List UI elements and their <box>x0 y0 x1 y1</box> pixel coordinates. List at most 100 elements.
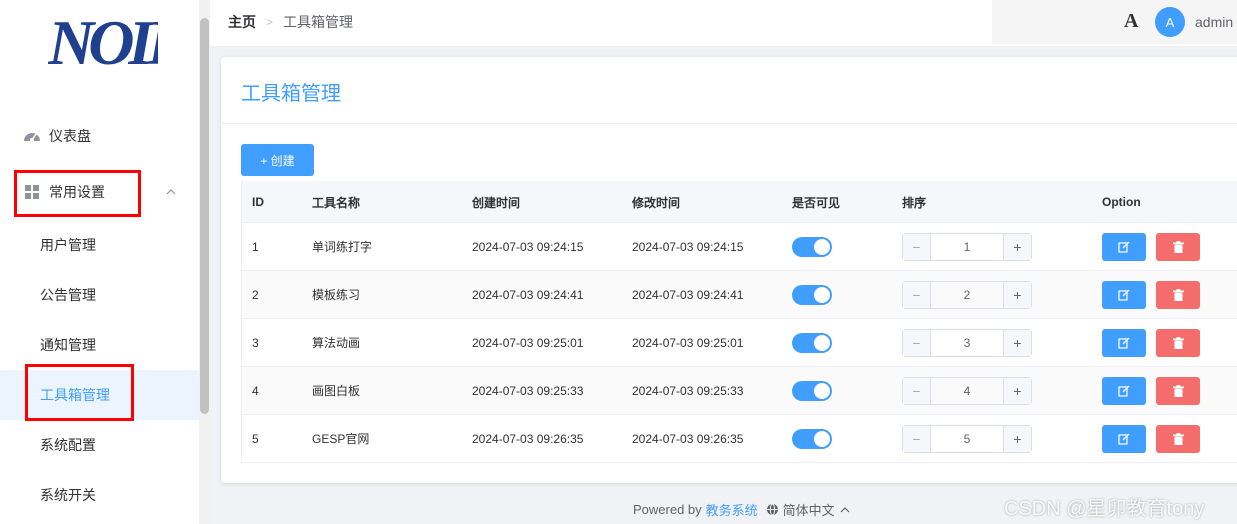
create-button-label: + 创建 <box>260 153 295 168</box>
cell-created: 2024-07-03 09:25:33 <box>472 383 584 398</box>
header-modified: 修改时间 <box>632 195 681 210</box>
plus-icon[interactable]: + <box>1003 329 1031 356</box>
noip-logo: NOIP <box>48 7 158 70</box>
switch-knob <box>814 382 830 399</box>
page-title: 工具箱管理 <box>241 83 341 105</box>
logo-text: NOIP <box>48 7 158 70</box>
minus-icon[interactable]: − <box>903 329 931 356</box>
delete-button[interactable] <box>1156 376 1200 405</box>
cell-modified: 2024-07-03 09:26:35 <box>632 431 744 446</box>
cell-sort: − 4 + <box>902 367 1032 414</box>
avatar[interactable]: A <box>1155 7 1185 37</box>
cell-visible <box>792 367 832 414</box>
footer: Powered by 教务系统 简体中文 <box>633 500 851 519</box>
visibility-switch[interactable] <box>792 332 832 353</box>
edit-button[interactable] <box>1102 232 1146 261</box>
header-option: Option <box>1102 195 1141 209</box>
sort-stepper[interactable]: − 1 + <box>902 232 1032 261</box>
table-header: ID 工具名称 创建时间 修改时间 是否可见 排序 Option <box>242 181 1237 223</box>
visibility-switch[interactable] <box>792 284 832 305</box>
globe-icon <box>766 503 778 516</box>
cell-sort: − 1 + <box>902 223 1032 270</box>
chevron-up-icon[interactable] <box>839 504 851 516</box>
visibility-switch[interactable] <box>792 380 832 401</box>
sidebar-item-system-switch[interactable]: 系统开关 <box>0 470 199 520</box>
sidebar-item-announcements[interactable]: 公告管理 <box>0 270 199 320</box>
table-row: 5 GESP官网 2024-07-03 09:26:35 2024-07-03 … <box>242 415 1237 463</box>
table-row: 4 画图白板 2024-07-03 09:25:33 2024-07-03 09… <box>242 367 1237 415</box>
sort-stepper[interactable]: − 5 + <box>902 424 1032 453</box>
delete-button[interactable] <box>1156 232 1200 261</box>
cell-name: GESP官网 <box>312 432 370 446</box>
sidebar-item-system-config[interactable]: 系统配置 <box>0 420 199 470</box>
visibility-switch[interactable] <box>792 428 832 449</box>
cell-name: 模板练习 <box>312 288 361 302</box>
plus-icon[interactable]: + <box>1003 377 1031 404</box>
edit-button[interactable] <box>1102 376 1146 405</box>
delete-button[interactable] <box>1156 280 1200 309</box>
sidebar-item-dashboard[interactable]: 仪表盘 <box>0 111 199 161</box>
trash-icon <box>1172 336 1184 349</box>
sort-value[interactable]: 5 <box>931 426 1003 452</box>
delete-button[interactable] <box>1156 424 1200 453</box>
edit-button[interactable] <box>1102 424 1146 453</box>
sort-stepper[interactable]: − 2 + <box>902 280 1032 309</box>
cell-option <box>1102 367 1200 414</box>
breadcrumb-separator-icon: > <box>266 15 274 29</box>
create-button[interactable]: + 创建 <box>241 144 314 176</box>
font-size-icon[interactable]: A <box>1124 10 1138 33</box>
sidebar-item-notifications[interactable]: 通知管理 <box>0 320 199 370</box>
plus-icon[interactable]: + <box>1003 425 1031 452</box>
header-visible: 是否可见 <box>792 195 841 210</box>
edit-icon <box>1118 241 1130 253</box>
delete-button[interactable] <box>1156 328 1200 357</box>
cell-option <box>1102 319 1200 366</box>
sort-value[interactable]: 2 <box>931 282 1003 308</box>
sidebar-item-label: 系统配置 <box>40 437 96 453</box>
sort-value[interactable]: 4 <box>931 378 1003 404</box>
toolbox-table: ID 工具名称 创建时间 修改时间 是否可见 排序 Option 1 单词练打字… <box>241 181 1237 463</box>
toolbox-card: 工具箱管理 + 创建 ID 工具名称 创建时间 修改时间 是否可见 排序 Opt… <box>221 57 1237 483</box>
minus-icon[interactable]: − <box>903 377 931 404</box>
footer-system-link[interactable]: 教务系统 <box>706 500 758 519</box>
minus-icon[interactable]: − <box>903 281 931 308</box>
trash-icon <box>1172 240 1184 253</box>
chevron-up-icon <box>166 189 176 195</box>
minus-icon[interactable]: − <box>903 233 931 260</box>
cell-created: 2024-07-03 09:26:35 <box>472 431 584 446</box>
edit-icon <box>1118 337 1130 349</box>
dashboard-icon <box>23 127 41 145</box>
header-id: ID <box>252 195 264 209</box>
cell-id: 2 <box>252 287 259 302</box>
username[interactable]: admin <box>1195 14 1233 30</box>
sidebar-item-label: 仪表盘 <box>49 128 91 144</box>
highlight-box-common-settings <box>14 170 141 217</box>
cell-created: 2024-07-03 09:24:41 <box>472 287 584 302</box>
sort-stepper[interactable]: − 4 + <box>902 376 1032 405</box>
breadcrumb-home[interactable]: 主页 <box>228 12 256 32</box>
cell-modified: 2024-07-03 09:25:33 <box>632 383 744 398</box>
cell-id: 3 <box>252 335 259 350</box>
edit-button[interactable] <box>1102 328 1146 357</box>
plus-icon[interactable]: + <box>1003 233 1031 260</box>
cell-visible <box>792 271 832 318</box>
cell-id: 1 <box>252 239 259 254</box>
plus-icon[interactable]: + <box>1003 281 1031 308</box>
cell-option <box>1102 415 1200 462</box>
cell-option <box>1102 223 1200 270</box>
sidebar-item-users[interactable]: 用户管理 <box>0 220 199 270</box>
watermark: CSDN @星卯教育tony <box>1004 498 1205 520</box>
table-row: 1 单词练打字 2024-07-03 09:24:15 2024-07-03 0… <box>242 223 1237 271</box>
sidebar-item-label: 系统开关 <box>40 487 96 503</box>
language-selector[interactable]: 简体中文 <box>783 500 835 519</box>
sidebar-scrollbar-thumb[interactable] <box>200 18 209 414</box>
sort-stepper[interactable]: − 3 + <box>902 328 1032 357</box>
trash-icon <box>1172 288 1184 301</box>
visibility-switch[interactable] <box>792 236 832 257</box>
minus-icon[interactable]: − <box>903 425 931 452</box>
sort-value[interactable]: 3 <box>931 330 1003 356</box>
sort-value[interactable]: 1 <box>931 234 1003 260</box>
breadcrumb-current: 工具箱管理 <box>283 14 354 30</box>
header-sort: 排序 <box>902 195 927 210</box>
edit-button[interactable] <box>1102 280 1146 309</box>
